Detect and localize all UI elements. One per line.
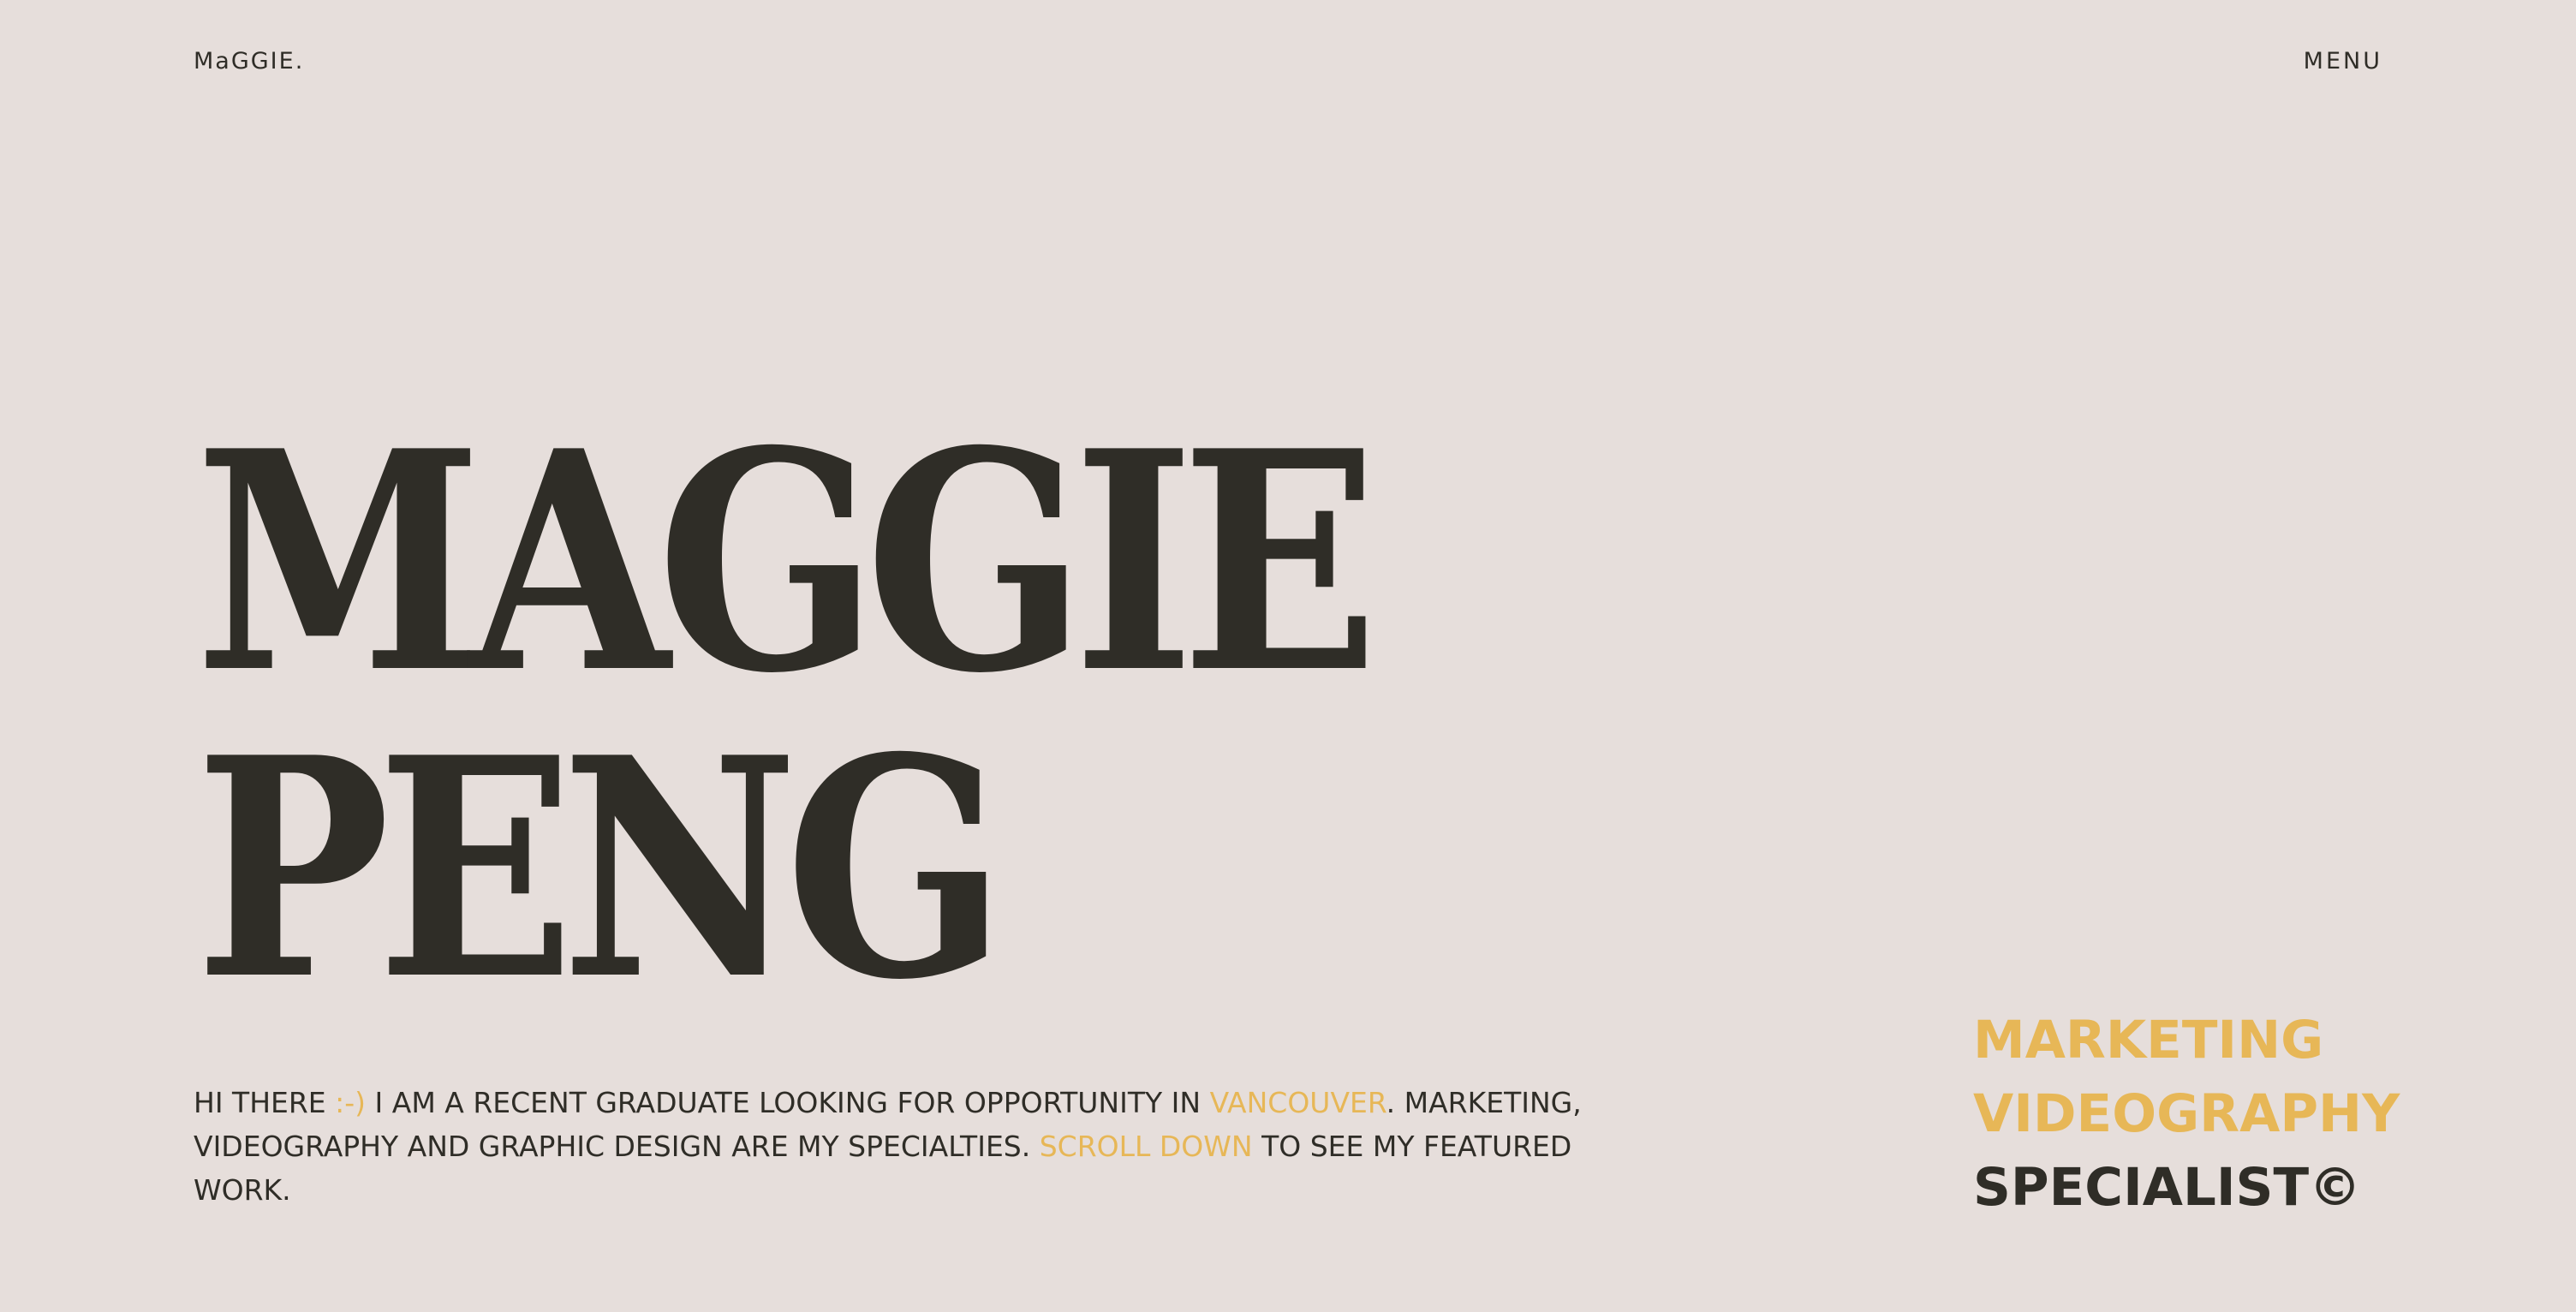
intro-text: HI THERE :-) I AM A RECENT GRADUATE LOOK… bbox=[194, 1081, 1649, 1212]
intro-graduate: I AM A RECENT GRADUATE LOOKING FOR OPPOR… bbox=[366, 1086, 1210, 1119]
role-videography: VIDEOGRAPHY bbox=[1973, 1083, 2400, 1144]
site-logo[interactable]: MaGGIE. bbox=[194, 48, 304, 75]
hero-name-first: MAGGIE bbox=[195, 385, 1379, 740]
hero-name-last: PENG bbox=[195, 692, 1006, 1047]
role-specialist: SPECIALIST© bbox=[1973, 1157, 2362, 1218]
scroll-down-link[interactable]: SCROLL DOWN bbox=[1040, 1130, 1253, 1163]
intro-smiley: :-) bbox=[335, 1086, 367, 1119]
intro-city: VANCOUVER bbox=[1209, 1086, 1386, 1119]
role-marketing: MARKETING bbox=[1973, 1010, 2324, 1070]
portfolio-page: MaGGIE. MENU MAGGIE PENG HI THERE :-) I … bbox=[0, 0, 2576, 1312]
intro-greeting: HI THERE bbox=[194, 1086, 336, 1119]
hero-name: MAGGIE PENG bbox=[195, 385, 1379, 1047]
menu-button[interactable]: MENU bbox=[2304, 48, 2382, 75]
roles-list: MARKETING VIDEOGRAPHY SPECIALIST© bbox=[1973, 1004, 2400, 1225]
